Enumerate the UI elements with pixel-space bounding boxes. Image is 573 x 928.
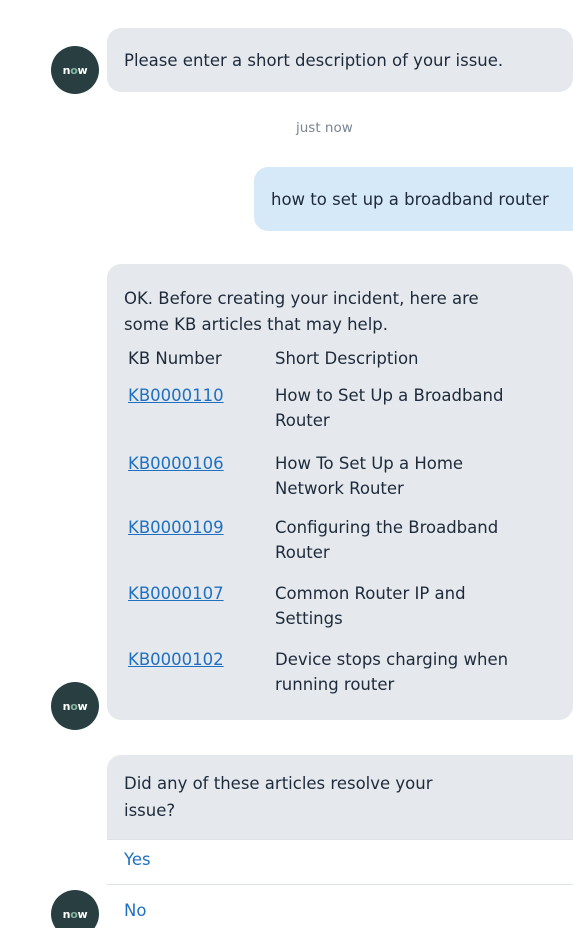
kb-header-number: KB Number xyxy=(128,349,222,368)
option-yes-button[interactable]: Yes xyxy=(107,839,573,884)
kb-link-kb0000107[interactable]: KB0000107 xyxy=(128,582,224,605)
bot-avatar: now xyxy=(51,890,99,928)
kb-desc-line: How to Set Up a Broadband xyxy=(275,386,504,405)
kb-desc-line: Device stops charging when xyxy=(275,650,509,669)
kb-desc-line: Configuring the Broadband xyxy=(275,518,499,537)
bot-avatar: now xyxy=(51,46,99,94)
kb-desc-line: Network Router xyxy=(275,479,404,498)
option-no-button[interactable]: No xyxy=(107,884,573,928)
now-logo-icon: now xyxy=(62,699,88,713)
now-logo-icon: now xyxy=(62,63,88,77)
kb-desc-line: Settings xyxy=(275,609,343,628)
kb-desc-line: Router xyxy=(275,411,330,430)
kb-link-kb0000109[interactable]: KB0000109 xyxy=(128,516,224,539)
bot-message-text: Please enter a short description of your… xyxy=(124,51,504,70)
kb-link-kb0000102[interactable]: KB0000102 xyxy=(128,648,224,671)
kb-intro-line-1: OK. Before creating your incident, here … xyxy=(124,289,479,308)
question-line-1: Did any of these articles resolve your xyxy=(124,774,433,793)
bot-message-kb-articles: OK. Before creating your incident, here … xyxy=(107,264,573,720)
question-line-2: issue? xyxy=(124,801,176,820)
now-logo-icon: now xyxy=(62,907,88,921)
kb-intro-line-2: some KB articles that may help. xyxy=(124,315,388,334)
bot-avatar: now xyxy=(51,682,99,730)
kb-header-description: Short Description xyxy=(275,349,419,368)
kb-desc-line: running router xyxy=(275,675,395,694)
kb-desc-line: Common Router IP and xyxy=(275,584,466,603)
kb-link-kb0000106[interactable]: KB0000106 xyxy=(128,452,224,475)
message-timestamp: just now xyxy=(296,120,353,136)
bot-message-prompt: Please enter a short description of your… xyxy=(107,28,573,92)
bot-message-question: Did any of these articles resolve your i… xyxy=(107,755,573,839)
user-message: how to set up a broadband router xyxy=(254,167,573,231)
option-yes-label: Yes xyxy=(124,850,151,869)
user-message-text: how to set up a broadband router xyxy=(271,190,549,209)
option-no-label: No xyxy=(124,901,147,920)
kb-desc-line: How To Set Up a Home xyxy=(275,454,464,473)
kb-desc-line: Router xyxy=(275,543,330,562)
kb-link-kb0000110[interactable]: KB0000110 xyxy=(128,384,224,407)
chat-window: Please enter a short description of your… xyxy=(0,0,573,928)
